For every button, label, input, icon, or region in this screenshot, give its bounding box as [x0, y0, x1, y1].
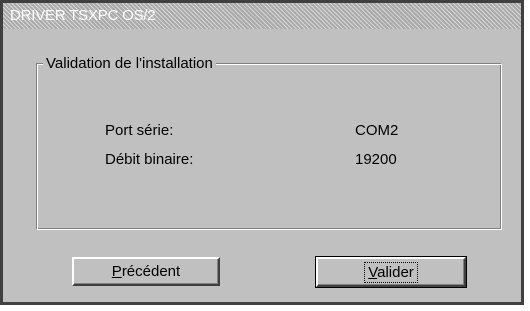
baud-rate-value: 19200	[355, 151, 397, 168]
previous-button[interactable]: Précédent	[72, 257, 220, 286]
serial-port-value: COM2	[355, 122, 399, 139]
baud-rate-label: Débit binaire:	[105, 151, 194, 168]
groupbox-legend: Validation de l'installation	[43, 55, 216, 72]
previous-button-label: Précédent	[111, 263, 181, 280]
validate-button[interactable]: Valider	[315, 256, 467, 288]
window-title: DRIVER TSXPC OS/2	[10, 7, 156, 24]
title-bar[interactable]: DRIVER TSXPC OS/2	[3, 3, 521, 29]
validate-button-label: Valider	[364, 261, 418, 283]
installation-groupbox	[36, 63, 502, 230]
serial-port-label: Port série:	[105, 122, 174, 139]
dialog-window: DRIVER TSXPC OS/2 Validation de l'instal…	[0, 0, 524, 305]
